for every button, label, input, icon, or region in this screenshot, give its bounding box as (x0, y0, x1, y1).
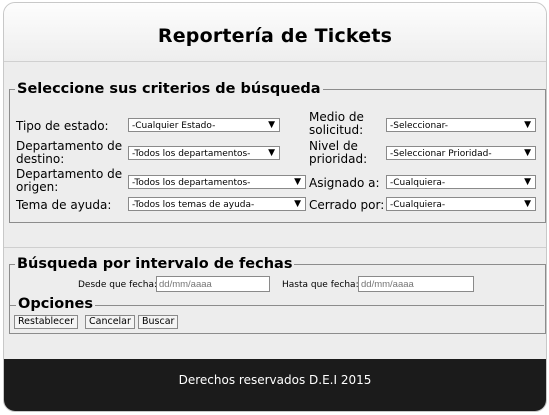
options-buttons: Restablecer Cancelar Buscar (14, 315, 314, 329)
divider (4, 247, 546, 248)
asignado-select-value: -Cualquiera- (390, 178, 446, 188)
medio-select-value: -Seleccionar- (390, 121, 449, 131)
chevron-down-icon: ▼ (268, 148, 275, 158)
report-panel: Reportería de Tickets Seleccione sus cri… (3, 2, 547, 412)
prioridad-label-line2: prioridad: (309, 152, 368, 166)
options-section: Opciones Restablecer Cancelar Buscar (9, 294, 546, 332)
chevron-down-icon: ▼ (294, 177, 301, 187)
chevron-down-icon: ▼ (268, 120, 275, 130)
cancel-button[interactable]: Cancelar (85, 315, 135, 329)
origen-select-value: -Todos los departamentos- (132, 178, 251, 188)
medio-label: Medio de solicitud: (309, 111, 364, 137)
cerrado-label: Cerrado por: (309, 198, 385, 212)
page-title: Reportería de Tickets (157, 25, 393, 47)
prioridad-label: Nivel de prioridad: (309, 140, 367, 166)
to-date-input[interactable] (358, 276, 474, 292)
medio-select[interactable]: -Seleccionar- ▼ (386, 118, 536, 132)
chevron-down-icon: ▼ (524, 199, 531, 209)
from-date-label: Desde que fecha: (78, 280, 157, 290)
footer-copyright: Derechos reservados D.E.I 2015 (178, 373, 372, 387)
prioridad-select-value: -Seleccionar Prioridad- (390, 149, 492, 159)
prioridad-select[interactable]: -Seleccionar Prioridad- ▼ (386, 146, 536, 160)
destino-label-line2: destino: (16, 152, 65, 166)
origen-select[interactable]: -Todos los departamentos- ▼ (128, 175, 306, 189)
destino-label: Departamento de destino: (16, 140, 122, 166)
asignado-label: Asignado a: (309, 176, 380, 190)
tema-select[interactable]: -Todos los temas de ayuda- ▼ (128, 197, 306, 211)
chevron-down-icon: ▼ (524, 120, 531, 130)
search-button[interactable]: Buscar (138, 315, 179, 329)
estado-select-value: -Cualquier Estado- (132, 121, 216, 131)
chevron-down-icon: ▼ (524, 177, 531, 187)
origen-label: Departamento de origen: (16, 168, 122, 194)
criteria-legend: Seleccione sus criterios de búsqueda (17, 81, 321, 97)
cerrado-select[interactable]: -Cualquiera- ▼ (386, 197, 536, 211)
tema-select-value: -Todos los temas de ayuda- (132, 200, 255, 210)
reset-button[interactable]: Restablecer (14, 315, 79, 329)
footer: Derechos reservados D.E.I 2015 (4, 359, 546, 411)
chevron-down-icon: ▼ (524, 148, 531, 158)
asignado-select[interactable]: -Cualquiera- ▼ (386, 175, 536, 189)
chevron-down-icon: ▼ (294, 199, 301, 209)
options-legend: Opciones (16, 295, 96, 313)
medio-label-line2: solicitud: (309, 123, 364, 137)
destino-select[interactable]: -Todos los departamentos- ▼ (128, 146, 280, 160)
header: Reportería de Tickets (4, 3, 546, 62)
estado-label: Tipo de estado: (16, 119, 109, 133)
estado-select[interactable]: -Cualquier Estado- ▼ (128, 118, 280, 132)
to-date-label: Hasta que fecha: (282, 280, 359, 290)
tema-label: Tema de ayuda: (16, 198, 112, 212)
from-date-input[interactable] (156, 276, 270, 292)
origen-label-line2: origen: (16, 180, 59, 194)
dates-legend: Búsqueda por intervalo de fechas (17, 256, 293, 272)
destino-select-value: -Todos los departamentos- (132, 149, 251, 159)
cerrado-select-value: -Cualquiera- (390, 200, 446, 210)
